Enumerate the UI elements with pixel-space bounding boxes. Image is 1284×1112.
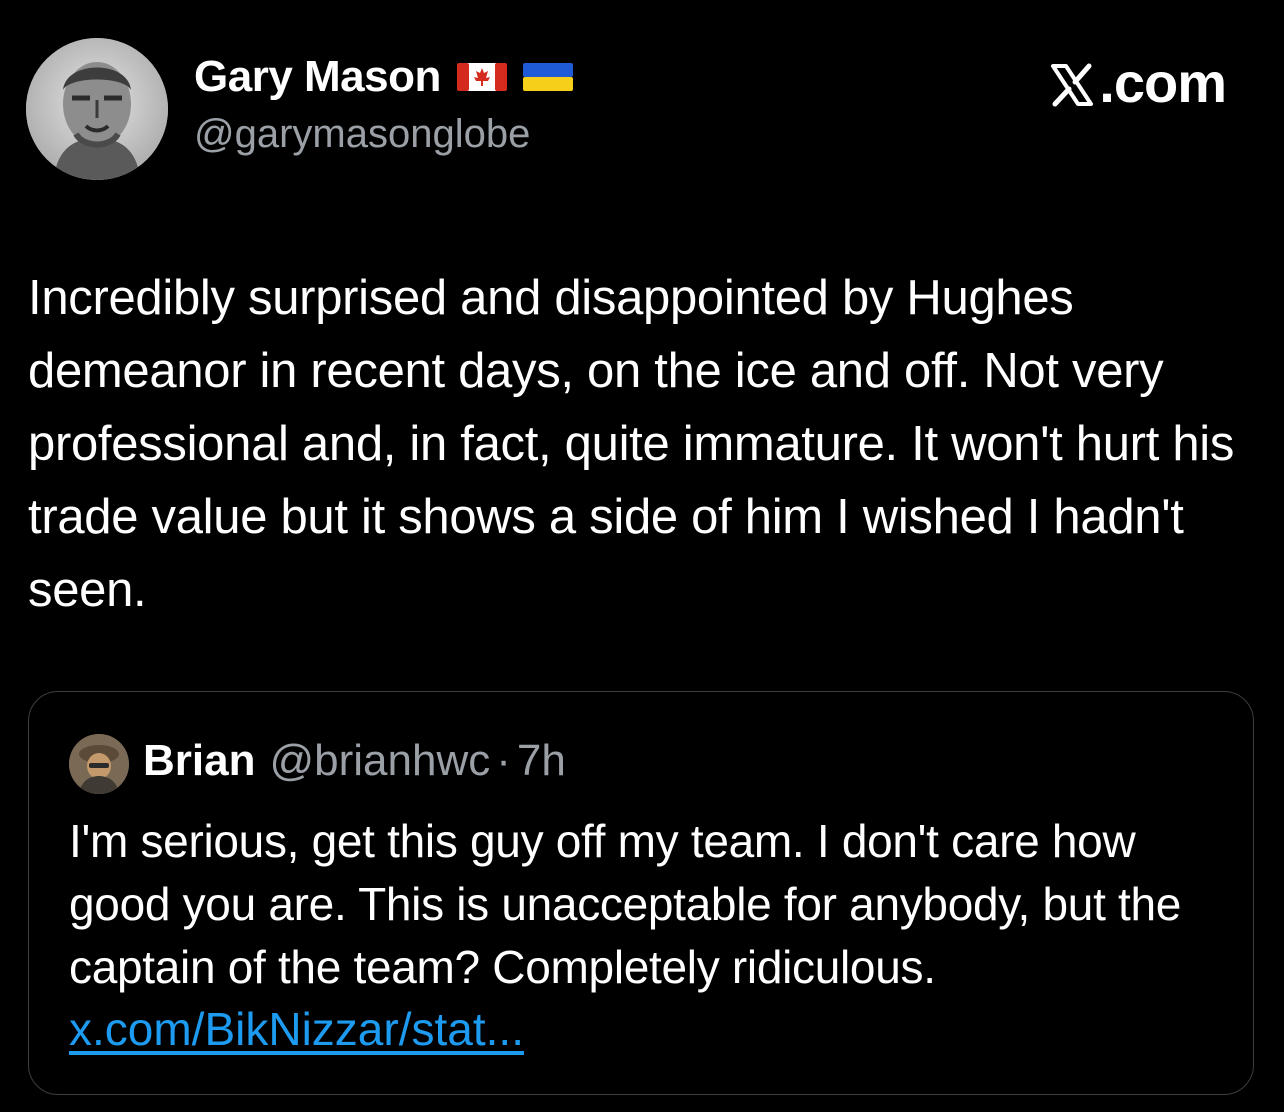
canada-flag-icon: [456, 59, 507, 95]
brand-label: .com: [1099, 51, 1227, 114]
brand-watermark: .com: [1047, 50, 1227, 115]
quoted-author-avatar[interactable]: [69, 734, 129, 794]
quoted-post-time[interactable]: 7h: [517, 736, 566, 786]
author-avatar[interactable]: [26, 38, 168, 180]
ukraine-flag-icon: [522, 59, 573, 95]
x-logo-icon: [1047, 58, 1097, 108]
quoted-post-card[interactable]: Brian @brianhwc · 7h I'm serious, get th…: [28, 691, 1254, 1095]
quoted-post-text: I'm serious, get this guy off my team. I…: [69, 815, 1182, 993]
author-name-row: Gary Mason: [194, 52, 573, 102]
author-name[interactable]: Gary Mason: [194, 52, 441, 102]
quoted-post-link[interactable]: x.com/BikNizzar/stat...: [69, 998, 524, 1061]
author-handle[interactable]: @garymasonglobe: [194, 112, 530, 157]
quoted-author-handle[interactable]: @brianhwc: [269, 736, 490, 786]
header-separator: ·: [496, 736, 511, 785]
post-text: Incredibly surprised and disappointed by…: [28, 271, 1235, 617]
quoted-author-name[interactable]: Brian: [143, 736, 255, 786]
quoted-post-header: Brian @brianhwc · 7h: [143, 736, 566, 786]
